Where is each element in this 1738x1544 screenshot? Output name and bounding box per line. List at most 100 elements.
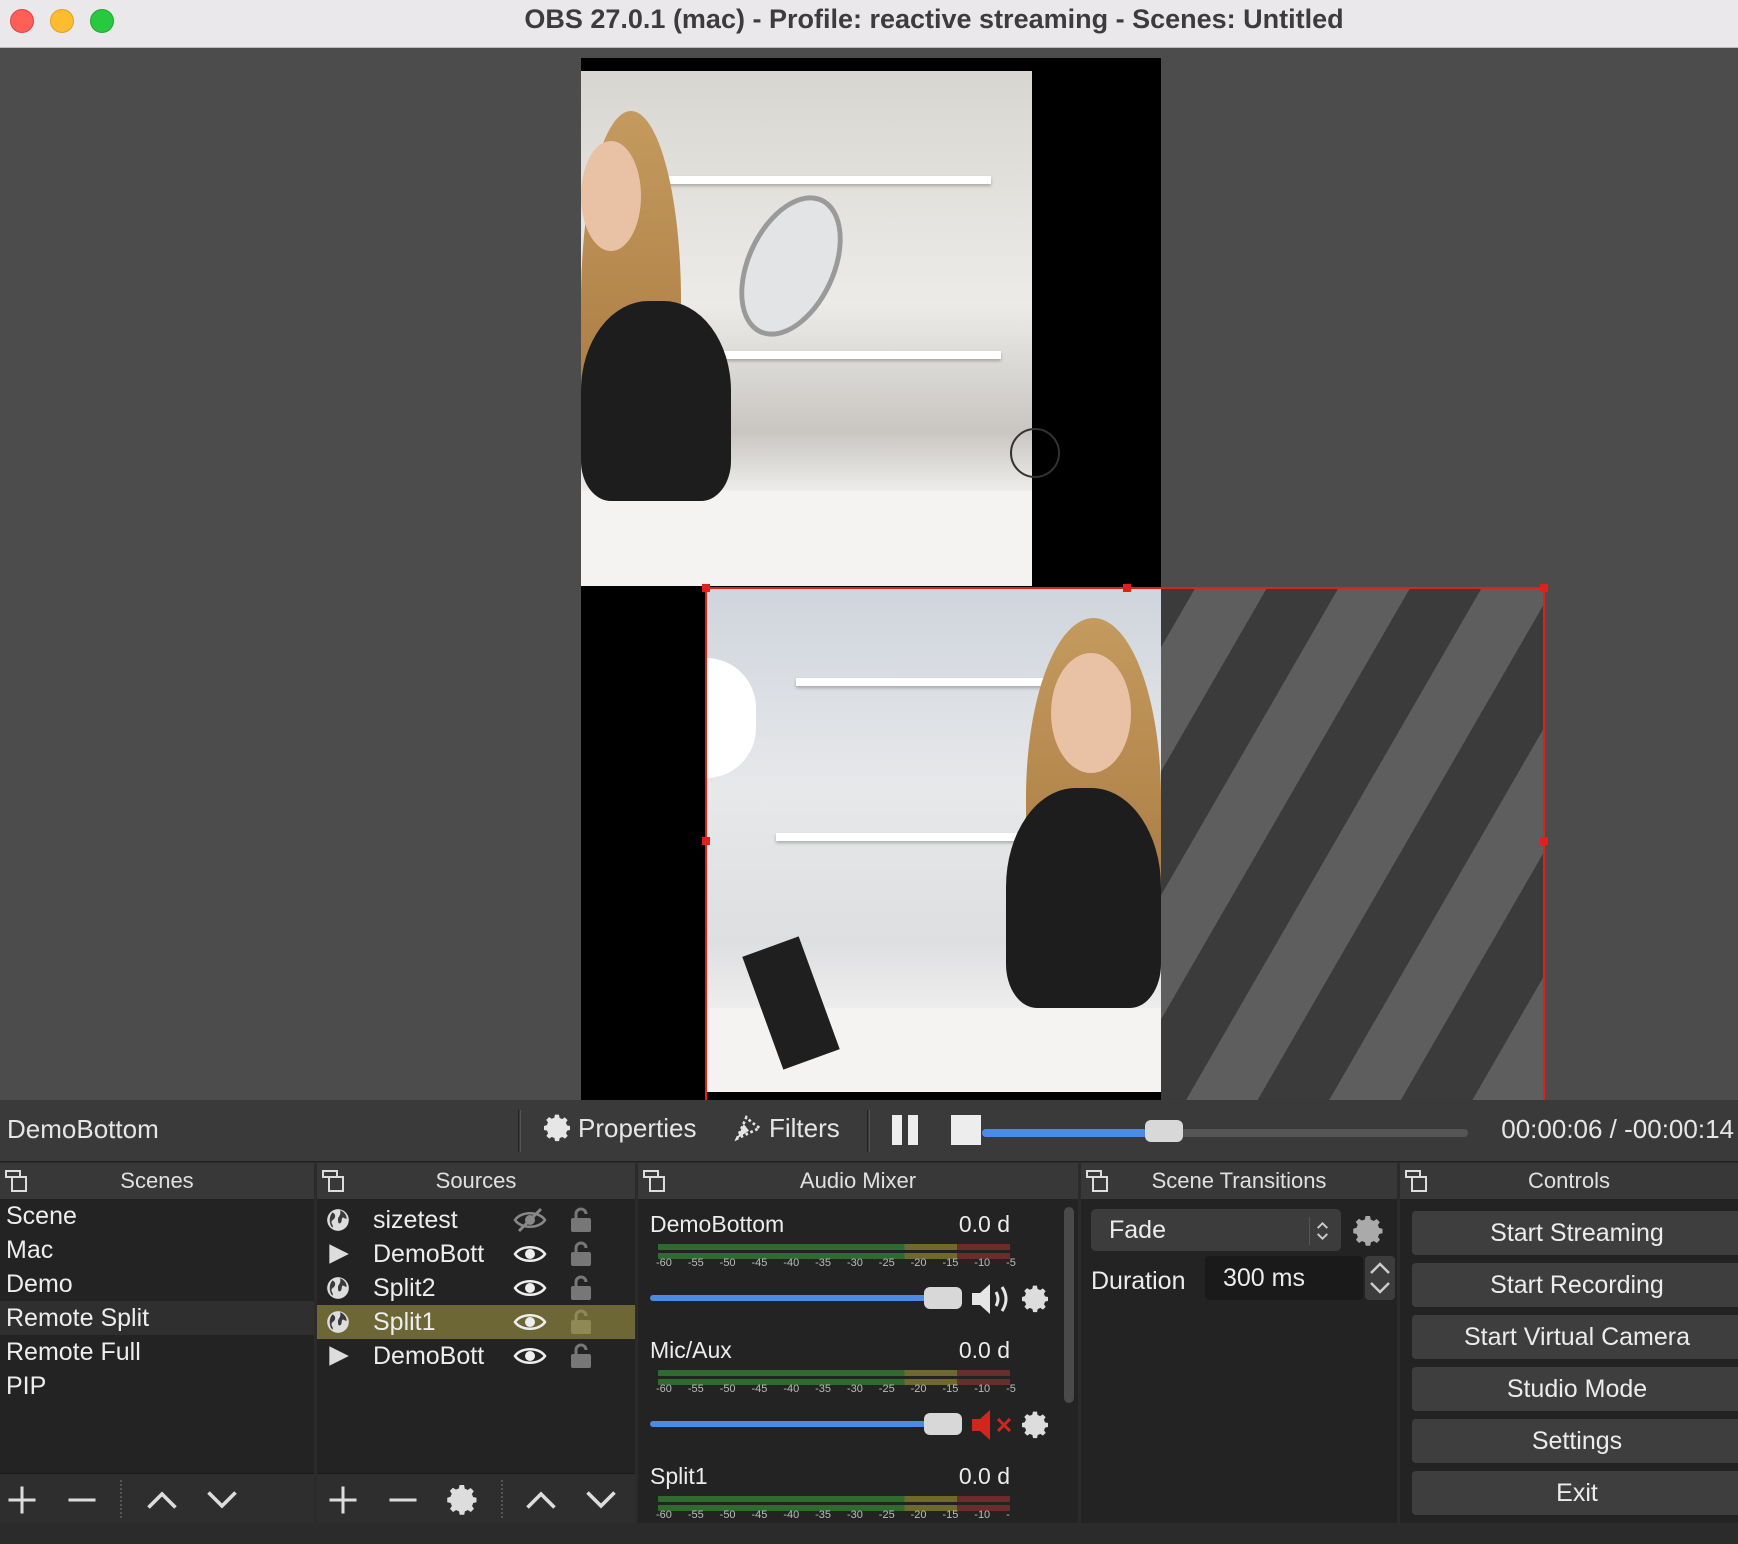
channel-db: 0.0 d <box>958 1211 1010 1237</box>
tick-label: -20 <box>910 1383 927 1395</box>
scene-item[interactable]: Mac <box>0 1233 314 1267</box>
resize-handle-top-right[interactable] <box>1540 584 1548 592</box>
window-title: OBS 27.0.1 (mac) - Profile: reactive str… <box>524 4 1344 34</box>
move-down-icon[interactable] <box>204 1482 240 1518</box>
remove-source-icon[interactable] <box>385 1482 421 1518</box>
tick-label: -55 <box>687 1257 704 1269</box>
lock-icon[interactable] <box>569 1308 593 1336</box>
preview-area[interactable] <box>0 48 1738 1100</box>
source-item[interactable]: DemoBott <box>317 1339 635 1373</box>
eye-icon[interactable] <box>513 1343 547 1369</box>
volume-slider-handle[interactable] <box>924 1413 962 1435</box>
start-recording-button[interactable]: Start Recording <box>1412 1263 1738 1307</box>
eye-icon[interactable] <box>513 1309 547 1335</box>
properties-button[interactable]: Properties <box>542 1112 697 1144</box>
globe-icon <box>327 1209 349 1231</box>
resize-handle-left[interactable] <box>702 837 710 845</box>
move-up-icon[interactable] <box>144 1482 180 1518</box>
stop-button[interactable] <box>951 1115 981 1145</box>
tick-label: -40 <box>783 1509 800 1521</box>
eye-icon[interactable] <box>513 1275 547 1301</box>
source-item[interactable]: Split2 <box>317 1271 635 1305</box>
sources-dock-header: Sources <box>317 1163 635 1199</box>
move-down-icon[interactable] <box>583 1482 619 1518</box>
add-source-icon[interactable] <box>325 1482 361 1518</box>
scene-item[interactable]: PIP <box>0 1369 314 1403</box>
status-bar <box>0 1523 1738 1544</box>
transition-select[interactable]: Fade <box>1091 1209 1341 1251</box>
exit-button[interactable]: Exit <box>1412 1471 1738 1515</box>
scene-item[interactable]: Demo <box>0 1267 314 1301</box>
tick-label: -25 <box>878 1257 895 1269</box>
tick-label: -15 <box>942 1509 959 1521</box>
remove-scene-icon[interactable] <box>64 1482 100 1518</box>
meter-ticks: -60 -55 -50 -45 -40 -35 -30 -25 -20 -15 -10 -5 <box>656 1257 1016 1269</box>
mixer-channel: Split1 0.0 d -60 -55 -50 -45 -40 -35 -30 -25 -20… <box>650 1463 1010 1523</box>
scene-item[interactable]: Scene <box>0 1199 314 1233</box>
speaker-muted-icon[interactable] <box>970 1407 1014 1443</box>
volume-meter <box>658 1244 1010 1250</box>
channel-name: Split1 <box>650 1463 708 1489</box>
play-icon <box>329 1346 349 1366</box>
source-item[interactable]: DemoBott <box>317 1237 635 1271</box>
tick-label: -25 <box>878 1383 895 1395</box>
tick-label: -45 <box>751 1509 768 1521</box>
lock-icon[interactable] <box>569 1274 593 1302</box>
scene-item-selected[interactable]: Remote Split <box>0 1301 314 1335</box>
selection-outline[interactable] <box>702 584 1548 1100</box>
lock-icon[interactable] <box>569 1206 593 1234</box>
add-scene-icon[interactable] <box>4 1482 40 1518</box>
lock-icon[interactable] <box>569 1342 593 1370</box>
resize-handle-right[interactable] <box>1540 837 1548 845</box>
pause-icon <box>892 1115 902 1145</box>
eye-hidden-icon[interactable] <box>513 1207 547 1233</box>
pause-button[interactable] <box>890 1115 922 1147</box>
source-item[interactable]: sizetest <box>317 1203 635 1237</box>
gear-icon[interactable] <box>1020 1409 1052 1441</box>
tick-label: -10 <box>974 1509 991 1521</box>
tick-label: -30 <box>846 1257 863 1269</box>
scene-list: Scene Mac Demo Remote Split Remote Full … <box>0 1199 314 1403</box>
gear-icon[interactable] <box>1020 1283 1052 1315</box>
pause-icon-bar <box>908 1115 918 1145</box>
transition-properties-gear-icon[interactable] <box>1351 1213 1387 1249</box>
source-item-selected[interactable]: Split1 <box>317 1305 635 1339</box>
toolbar-divider <box>867 1110 870 1152</box>
resize-handle-top-left[interactable] <box>702 584 710 592</box>
controls-header: Controls <box>1400 1163 1738 1199</box>
studio-mode-button[interactable]: Studio Mode <box>1412 1367 1738 1411</box>
controls-dock: Controls Start Streaming Start Recording… <box>1400 1163 1738 1523</box>
globe-icon <box>327 1277 349 1299</box>
tick-label: -15 <box>942 1257 959 1269</box>
source-name: DemoBott <box>373 1342 485 1370</box>
scenes-dock: Scenes Scene Mac Demo Remote Split Remot… <box>0 1163 314 1523</box>
filters-button[interactable]: Filters <box>733 1112 840 1144</box>
tick-label: -35 <box>815 1509 832 1521</box>
eye-icon[interactable] <box>513 1241 547 1267</box>
tick-label: -40 <box>783 1257 800 1269</box>
speaker-icon[interactable] <box>970 1281 1014 1317</box>
sources-footer <box>317 1473 635 1523</box>
settings-button[interactable]: Settings <box>1412 1419 1738 1463</box>
scenes-footer <box>0 1473 314 1523</box>
tick-label: -60 <box>656 1509 672 1521</box>
resize-handle-top[interactable] <box>1123 584 1131 592</box>
duration-input[interactable]: 300 ms <box>1205 1256 1363 1300</box>
scene-item[interactable]: Remote Full <box>0 1335 314 1369</box>
gear-icon <box>544 1114 570 1142</box>
properties-label: Properties <box>578 1112 697 1143</box>
volume-slider[interactable] <box>650 1421 934 1427</box>
volume-slider-handle[interactable] <box>924 1287 962 1309</box>
volume-slider[interactable] <box>650 1295 934 1301</box>
channel-db: 0.0 d <box>958 1337 1010 1363</box>
source-properties-gear-icon[interactable] <box>445 1482 481 1518</box>
mixer-scrollbar[interactable] <box>1064 1207 1074 1403</box>
start-streaming-button[interactable]: Start Streaming <box>1412 1211 1738 1255</box>
move-up-icon[interactable] <box>523 1482 559 1518</box>
seek-handle[interactable] <box>1145 1120 1184 1142</box>
duration-stepper-icon[interactable] <box>1365 1256 1395 1300</box>
lock-icon[interactable] <box>569 1240 593 1268</box>
media-seek-bar[interactable] <box>982 1120 1468 1142</box>
audio-mixer-title: Audio Mixer <box>799 1168 917 1193</box>
start-virtual-camera-button[interactable]: Start Virtual Camera <box>1412 1315 1738 1359</box>
